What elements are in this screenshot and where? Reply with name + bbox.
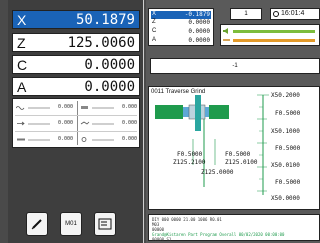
override-divider-h1: [15, 115, 137, 116]
edit-button[interactable]: [26, 212, 48, 236]
left-z-1: Z125.2100: [173, 159, 206, 166]
left-feed-2: F0.5000: [225, 151, 251, 158]
tool-override-bar: [28, 139, 50, 141]
axis-x-value: 50.1879: [75, 12, 135, 28]
axis-z-row[interactable]: Z 125.0060: [12, 33, 140, 52]
axis-z-label: Z: [17, 35, 26, 51]
right-label-7: X50.0000: [271, 195, 300, 202]
axis-c-label: C: [17, 57, 28, 73]
axis-a-row[interactable]: A 0.0000: [12, 77, 140, 96]
message-line-5: 00000 S1: [152, 237, 172, 242]
feed-override[interactable]: 0.000: [15, 103, 75, 113]
right-label-1: X50.2000: [271, 92, 300, 99]
dtg-a-label: A: [152, 37, 157, 43]
dtg-x-row: X -0.1879: [151, 11, 211, 19]
load-override[interactable]: 0.000: [79, 135, 139, 145]
dtg-c-row: C 0.0000: [151, 28, 211, 36]
spindle-load-bar: [233, 30, 315, 33]
skip-icon: [98, 218, 112, 230]
jog-icon: [80, 121, 90, 125]
dtg-x-value: -0.1879: [184, 11, 210, 18]
wave-icon: [16, 106, 25, 110]
jog-override[interactable]: 0.000: [79, 119, 139, 129]
feed-bar-icon: [223, 39, 230, 41]
axis-c-value: 0.0000: [84, 57, 135, 73]
mode-button-row: M01: [22, 212, 126, 238]
load-override-bar: [92, 139, 114, 141]
dtg-z-label: Z: [152, 19, 156, 25]
rapid-override[interactable]: 0.000: [15, 119, 75, 129]
rapid-icon: [17, 121, 25, 126]
pencil-icon: [31, 219, 42, 230]
dtg-z-value: 0.0000: [188, 19, 210, 26]
override-divider: [77, 101, 78, 145]
axis-a-label: A: [17, 79, 27, 95]
axis-z-value: 125.0060: [67, 35, 135, 51]
load-override-value: 0.000: [121, 136, 137, 142]
load-bars-panel: [220, 24, 320, 46]
clock-time: 16:01:4: [281, 10, 305, 17]
right-label-2: F0.5000: [275, 110, 301, 117]
dtg-x-label: X: [152, 11, 157, 17]
distance-to-go-panel: X -0.1879 Z 0.0000 C 0.0000 A 0.0000: [148, 8, 214, 46]
bottom-z: Z125.0000: [201, 169, 234, 176]
axis-x-row[interactable]: X 50.1879: [12, 10, 140, 29]
axis-a-value: 0.0000: [84, 79, 135, 95]
spindle-override-bar: [92, 107, 114, 109]
feed-load-bar: [233, 39, 315, 42]
message-line-1: DIY 000 0000 21.00 1006 R0.01: [152, 217, 222, 222]
dtg-c-label: C: [152, 28, 157, 34]
left-feed-1: F0.5000: [177, 151, 203, 158]
spindle-icon: [81, 106, 88, 109]
right-label-6: F0.5000: [275, 179, 301, 186]
m01-label: M01: [65, 221, 77, 227]
right-label-3: X50.1000: [271, 128, 300, 135]
axis-c-row[interactable]: C 0.0000: [12, 55, 140, 74]
command-box: -1: [150, 58, 320, 74]
tool-icon: [17, 138, 25, 141]
load-icon: [81, 137, 87, 142]
rapid-override-value: 0.000: [57, 120, 73, 126]
m01-button[interactable]: M01: [60, 212, 82, 236]
speaker-icon: [223, 28, 228, 34]
dtg-a-row: A 0.0000: [151, 37, 211, 45]
optional-skip-button[interactable]: [94, 212, 116, 236]
jog-override-value: 0.000: [121, 120, 137, 126]
feed-override-bar: [28, 107, 50, 109]
status-box: 1: [230, 8, 262, 20]
grind-graphic-panel: 0011 Traverse Grind F0.5000 Z125.2100 F0…: [148, 86, 320, 210]
dtg-z-row: Z 0.0000: [151, 19, 211, 27]
dtg-a-value: 0.0000: [188, 37, 210, 44]
jog-override-bar: [92, 123, 114, 125]
clock-display: 16:01:4: [270, 8, 320, 20]
dtg-c-value: 0.0000: [188, 28, 210, 35]
message-line-4: Grand@Kistaren Part Program Overall 00/0…: [152, 232, 285, 237]
rapid-override-bar: [28, 123, 50, 125]
spindle-override[interactable]: 0.000: [79, 103, 139, 113]
override-panel: 0.000 0.000 0.000 0.000 0.000 0.000: [12, 98, 140, 148]
feed-override-value: 0.000: [57, 104, 73, 110]
right-label-5: X50.0100: [271, 162, 300, 169]
spindle-override-value: 0.000: [121, 104, 137, 110]
clock-icon: [273, 11, 279, 17]
right-panel: X -0.1879 Z 0.0000 C 0.0000 A 0.0000 1 1…: [146, 0, 320, 243]
right-label-4: F0.5000: [275, 145, 301, 152]
status-value: 1: [244, 11, 248, 17]
command-value: -1: [232, 63, 238, 69]
override-divider-h2: [15, 131, 137, 132]
left-z-2: Z125.0100: [225, 159, 258, 166]
tool-override[interactable]: 0.000: [15, 135, 75, 145]
message-log: DIY 000 0000 21.00 1006 R0.01 M03 00000 …: [148, 214, 320, 242]
tool-override-value: 0.000: [57, 136, 73, 142]
axis-x-label: X: [17, 12, 27, 28]
axis-panel: X 50.1879 Z 125.0060 C 0.0000 A 0.0000 0…: [8, 0, 144, 243]
